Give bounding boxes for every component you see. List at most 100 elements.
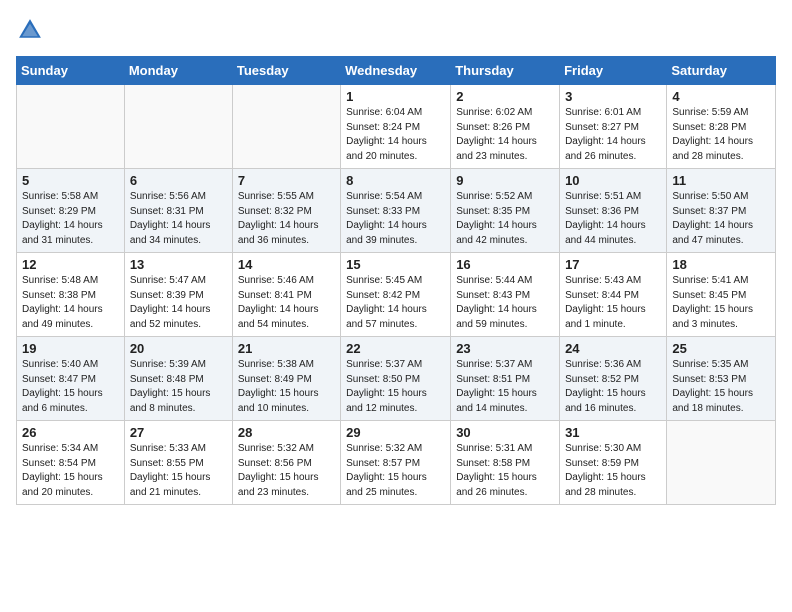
day-number: 5 — [22, 173, 119, 188]
calendar-cell — [124, 85, 232, 169]
day-info: Sunrise: 5:48 AM Sunset: 8:38 PM Dayligh… — [22, 274, 119, 332]
calendar-week-row: 12 Sunrise: 5:48 AM Sunset: 8:38 PM Dayli… — [17, 253, 776, 337]
calendar-cell: 18Sunrise: 5:41 AM Sunset: 8:45 PM Dayli… — [667, 253, 776, 337]
day-number: 29 — [346, 425, 445, 440]
day-number: 21 — [238, 341, 335, 356]
day-info: Sunrise: 5:47 AM Sunset: 8:39 PM Dayligh… — [130, 274, 227, 332]
day-info: Sunrise: 5:59 AM Sunset: 8:28 PM Dayligh… — [672, 106, 770, 164]
day-info: Sunrise: 5:58 AM Sunset: 8:29 PM Dayligh… — [22, 190, 119, 248]
day-info: Sunrise: 6:01 AM Sunset: 8:27 PM Dayligh… — [565, 106, 661, 164]
calendar-cell: 6Sunrise: 5:56 AM Sunset: 8:31 PM Daylig… — [124, 169, 232, 253]
calendar-week-row: 19 Sunrise: 5:40 AM Sunset: 8:47 PM Dayli… — [17, 337, 776, 421]
calendar-cell: 13 Sunrise: 5:47 AM Sunset: 8:39 PM Dayli… — [124, 253, 232, 337]
day-info: Sunrise: 5:39 AM Sunset: 8:48 PM Dayligh… — [130, 358, 227, 416]
calendar-cell: 21Sunrise: 5:38 AM Sunset: 8:49 PM Dayli… — [232, 337, 340, 421]
day-number: 15 — [346, 257, 445, 272]
calendar-cell: 23Sunrise: 5:37 AM Sunset: 8:51 PM Dayli… — [451, 337, 560, 421]
day-info: Sunrise: 5:45 AM Sunset: 8:42 PM Dayligh… — [346, 274, 445, 332]
day-number: 13 — [130, 257, 227, 272]
day-number: 8 — [346, 173, 445, 188]
day-info: Sunrise: 5:54 AM Sunset: 8:33 PM Dayligh… — [346, 190, 445, 248]
calendar-cell: 7Sunrise: 5:55 AM Sunset: 8:32 PM Daylig… — [232, 169, 340, 253]
calendar-cell: 14 Sunrise: 5:46 AM Sunset: 8:41 PM Dayli… — [232, 253, 340, 337]
calendar-cell: 31 Sunrise: 5:30 AM Sunset: 8:59 PM Dayli… — [560, 421, 667, 505]
calendar-header-sunday: Sunday — [17, 57, 125, 85]
day-number: 17 — [565, 257, 661, 272]
day-number: 6 — [130, 173, 227, 188]
day-info: Sunrise: 5:52 AM Sunset: 8:35 PM Dayligh… — [456, 190, 554, 248]
day-info: Sunrise: 5:30 AM Sunset: 8:59 PM Dayligh… — [565, 442, 661, 500]
day-number: 9 — [456, 173, 554, 188]
calendar-header-thursday: Thursday — [451, 57, 560, 85]
calendar-cell: 26Sunrise: 5:34 AM Sunset: 8:54 PM Dayli… — [17, 421, 125, 505]
day-info: Sunrise: 5:46 AM Sunset: 8:41 PM Dayligh… — [238, 274, 335, 332]
calendar-cell: 24 Sunrise: 5:36 AM Sunset: 8:52 PM Dayli… — [560, 337, 667, 421]
day-number: 14 — [238, 257, 335, 272]
calendar-header-friday: Friday — [560, 57, 667, 85]
calendar-header-row: SundayMondayTuesdayWednesdayThursdayFrid… — [17, 57, 776, 85]
day-info: Sunrise: 5:32 AM Sunset: 8:57 PM Dayligh… — [346, 442, 445, 500]
day-info: Sunrise: 5:31 AM Sunset: 8:58 PM Dayligh… — [456, 442, 554, 500]
day-number: 4 — [672, 89, 770, 104]
calendar-header-tuesday: Tuesday — [232, 57, 340, 85]
day-number: 16 — [456, 257, 554, 272]
day-number: 10 — [565, 173, 661, 188]
day-number: 24 — [565, 341, 661, 356]
day-number: 2 — [456, 89, 554, 104]
day-number: 12 — [22, 257, 119, 272]
calendar-cell: 29 Sunrise: 5:32 AM Sunset: 8:57 PM Dayli… — [341, 421, 451, 505]
day-info: Sunrise: 5:44 AM Sunset: 8:43 PM Dayligh… — [456, 274, 554, 332]
calendar-cell: 2 Sunrise: 6:02 AM Sunset: 8:26 PM Daylig… — [451, 85, 560, 169]
calendar-cell: 10 Sunrise: 5:51 AM Sunset: 8:36 PM Dayli… — [560, 169, 667, 253]
calendar-cell: 22Sunrise: 5:37 AM Sunset: 8:50 PM Dayli… — [341, 337, 451, 421]
day-info: Sunrise: 5:32 AM Sunset: 8:56 PM Dayligh… — [238, 442, 335, 500]
calendar-header-wednesday: Wednesday — [341, 57, 451, 85]
logo-icon — [16, 16, 44, 44]
calendar-cell: 4 Sunrise: 5:59 AM Sunset: 8:28 PM Daylig… — [667, 85, 776, 169]
calendar-week-row: 1 Sunrise: 6:04 AM Sunset: 8:24 PM Daylig… — [17, 85, 776, 169]
day-info: Sunrise: 6:04 AM Sunset: 8:24 PM Dayligh… — [346, 106, 445, 164]
day-info: Sunrise: 6:02 AM Sunset: 8:26 PM Dayligh… — [456, 106, 554, 164]
day-number: 25 — [672, 341, 770, 356]
calendar-cell — [667, 421, 776, 505]
day-number: 23 — [456, 341, 554, 356]
calendar-cell: 17 Sunrise: 5:43 AM Sunset: 8:44 PM Dayli… — [560, 253, 667, 337]
calendar-cell: 28 Sunrise: 5:32 AM Sunset: 8:56 PM Dayli… — [232, 421, 340, 505]
logo — [16, 16, 48, 44]
calendar-cell: 25 Sunrise: 5:35 AM Sunset: 8:53 PM Dayli… — [667, 337, 776, 421]
calendar-cell: 3 Sunrise: 6:01 AM Sunset: 8:27 PM Daylig… — [560, 85, 667, 169]
calendar-cell: 8 Sunrise: 5:54 AM Sunset: 8:33 PM Daylig… — [341, 169, 451, 253]
day-number: 11 — [672, 173, 770, 188]
day-number: 1 — [346, 89, 445, 104]
day-info: Sunrise: 5:55 AM Sunset: 8:32 PM Dayligh… — [238, 190, 335, 248]
day-number: 18 — [672, 257, 770, 272]
day-number: 31 — [565, 425, 661, 440]
calendar-cell: 5 Sunrise: 5:58 AM Sunset: 8:29 PM Daylig… — [17, 169, 125, 253]
calendar-cell: 27Sunrise: 5:33 AM Sunset: 8:55 PM Dayli… — [124, 421, 232, 505]
calendar-cell: 9 Sunrise: 5:52 AM Sunset: 8:35 PM Daylig… — [451, 169, 560, 253]
day-info: Sunrise: 5:36 AM Sunset: 8:52 PM Dayligh… — [565, 358, 661, 416]
calendar-cell: 30Sunrise: 5:31 AM Sunset: 8:58 PM Dayli… — [451, 421, 560, 505]
calendar-cell — [17, 85, 125, 169]
calendar-week-row: 26Sunrise: 5:34 AM Sunset: 8:54 PM Dayli… — [17, 421, 776, 505]
day-info: Sunrise: 5:51 AM Sunset: 8:36 PM Dayligh… — [565, 190, 661, 248]
calendar: SundayMondayTuesdayWednesdayThursdayFrid… — [16, 56, 776, 505]
day-info: Sunrise: 5:34 AM Sunset: 8:54 PM Dayligh… — [22, 442, 119, 500]
calendar-cell: 12 Sunrise: 5:48 AM Sunset: 8:38 PM Dayli… — [17, 253, 125, 337]
calendar-cell: 19 Sunrise: 5:40 AM Sunset: 8:47 PM Dayli… — [17, 337, 125, 421]
day-number: 19 — [22, 341, 119, 356]
calendar-cell: 11 Sunrise: 5:50 AM Sunset: 8:37 PM Dayli… — [667, 169, 776, 253]
day-number: 20 — [130, 341, 227, 356]
day-number: 27 — [130, 425, 227, 440]
calendar-cell: 20 Sunrise: 5:39 AM Sunset: 8:48 PM Dayli… — [124, 337, 232, 421]
day-info: Sunrise: 5:37 AM Sunset: 8:50 PM Dayligh… — [346, 358, 445, 416]
calendar-cell: 15 Sunrise: 5:45 AM Sunset: 8:42 PM Dayli… — [341, 253, 451, 337]
day-info: Sunrise: 5:35 AM Sunset: 8:53 PM Dayligh… — [672, 358, 770, 416]
day-number: 28 — [238, 425, 335, 440]
day-info: Sunrise: 5:50 AM Sunset: 8:37 PM Dayligh… — [672, 190, 770, 248]
page-header — [16, 16, 776, 44]
day-number: 3 — [565, 89, 661, 104]
calendar-cell: 1 Sunrise: 6:04 AM Sunset: 8:24 PM Daylig… — [341, 85, 451, 169]
day-info: Sunrise: 5:40 AM Sunset: 8:47 PM Dayligh… — [22, 358, 119, 416]
day-info: Sunrise: 5:43 AM Sunset: 8:44 PM Dayligh… — [565, 274, 661, 332]
